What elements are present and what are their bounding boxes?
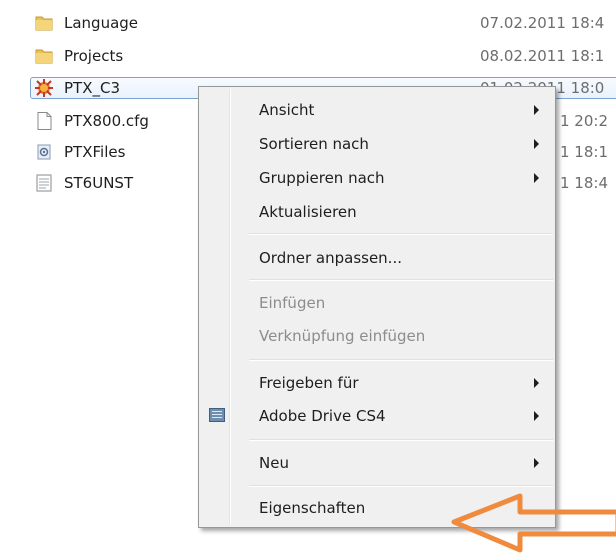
submenu-arrow-icon <box>534 378 539 388</box>
adobe-drive-icon <box>209 408 225 422</box>
folder-icon <box>35 16 53 31</box>
menu-separator <box>249 233 553 235</box>
file-date: 08.02.2011 18:1 <box>480 47 605 65</box>
file-date: 1 20:2 <box>560 112 608 130</box>
submenu-arrow-icon <box>534 105 539 115</box>
menu-item-aktualisieren[interactable]: Aktualisieren <box>201 197 553 227</box>
menu-item-label: Ordner anpassen... <box>259 249 402 267</box>
file-icon <box>37 112 52 130</box>
file-date: 07.02.2011 18:4 <box>480 14 605 32</box>
file-name: PTX_C3 <box>64 79 121 97</box>
menu-item-freigeben-fuer[interactable]: Freigeben für <box>201 368 553 398</box>
file-name: ST6UNST <box>64 174 134 192</box>
menu-item-sortieren-nach[interactable]: Sortieren nach <box>201 129 553 159</box>
menu-item-label: Einfügen <box>259 294 326 312</box>
menu-item-label: Sortieren nach <box>259 135 369 153</box>
menu-item-label: Verknüpfung einfügen <box>259 327 426 345</box>
file-name: Projects <box>64 47 124 65</box>
file-name: Language <box>64 14 139 32</box>
menu-separator <box>249 439 553 441</box>
submenu-arrow-icon <box>534 458 539 468</box>
submenu-arrow-icon <box>534 139 539 149</box>
context-menu: Ansicht Sortieren nach Gruppieren nach A… <box>198 86 556 528</box>
menu-item-label: Eigenschaften <box>259 499 366 517</box>
folder-icon <box>35 49 53 64</box>
file-date: 1 18:4 <box>560 174 608 192</box>
file-row-language[interactable]: Language 07.02.2011 18:4 <box>28 11 616 35</box>
file-name: PTXFiles <box>64 143 126 161</box>
menu-item-gruppieren-nach[interactable]: Gruppieren nach <box>201 163 553 193</box>
menu-item-verknuepfung-einfuegen: Verknüpfung einfügen <box>201 321 553 351</box>
menu-separator <box>249 279 553 281</box>
file-date: 1 18:1 <box>560 143 608 161</box>
config-file-icon <box>37 144 51 160</box>
application-icon <box>35 79 53 97</box>
menu-item-label: Gruppieren nach <box>259 169 385 187</box>
file-row-projects[interactable]: Projects 08.02.2011 18:1 <box>28 44 616 68</box>
menu-item-label: Aktualisieren <box>259 203 357 221</box>
menu-item-neu[interactable]: Neu <box>201 448 553 478</box>
text-file-icon <box>36 174 52 192</box>
menu-item-label: Adobe Drive CS4 <box>259 407 386 425</box>
menu-item-einfuegen: Einfügen <box>201 288 553 318</box>
file-name: PTX800.cfg <box>64 112 149 130</box>
menu-separator <box>249 359 553 361</box>
menu-item-label: Ansicht <box>259 101 315 119</box>
menu-separator <box>249 485 553 487</box>
menu-item-adobe-drive-cs4[interactable]: Adobe Drive CS4 <box>201 401 553 431</box>
menu-item-ansicht[interactable]: Ansicht <box>201 95 553 125</box>
submenu-arrow-icon <box>534 173 539 183</box>
menu-item-label: Freigeben für <box>259 374 359 392</box>
menu-item-label: Neu <box>259 454 289 472</box>
submenu-arrow-icon <box>534 411 539 421</box>
menu-item-ordner-anpassen[interactable]: Ordner anpassen... <box>201 243 553 273</box>
annotation-arrow-icon <box>451 493 616 553</box>
